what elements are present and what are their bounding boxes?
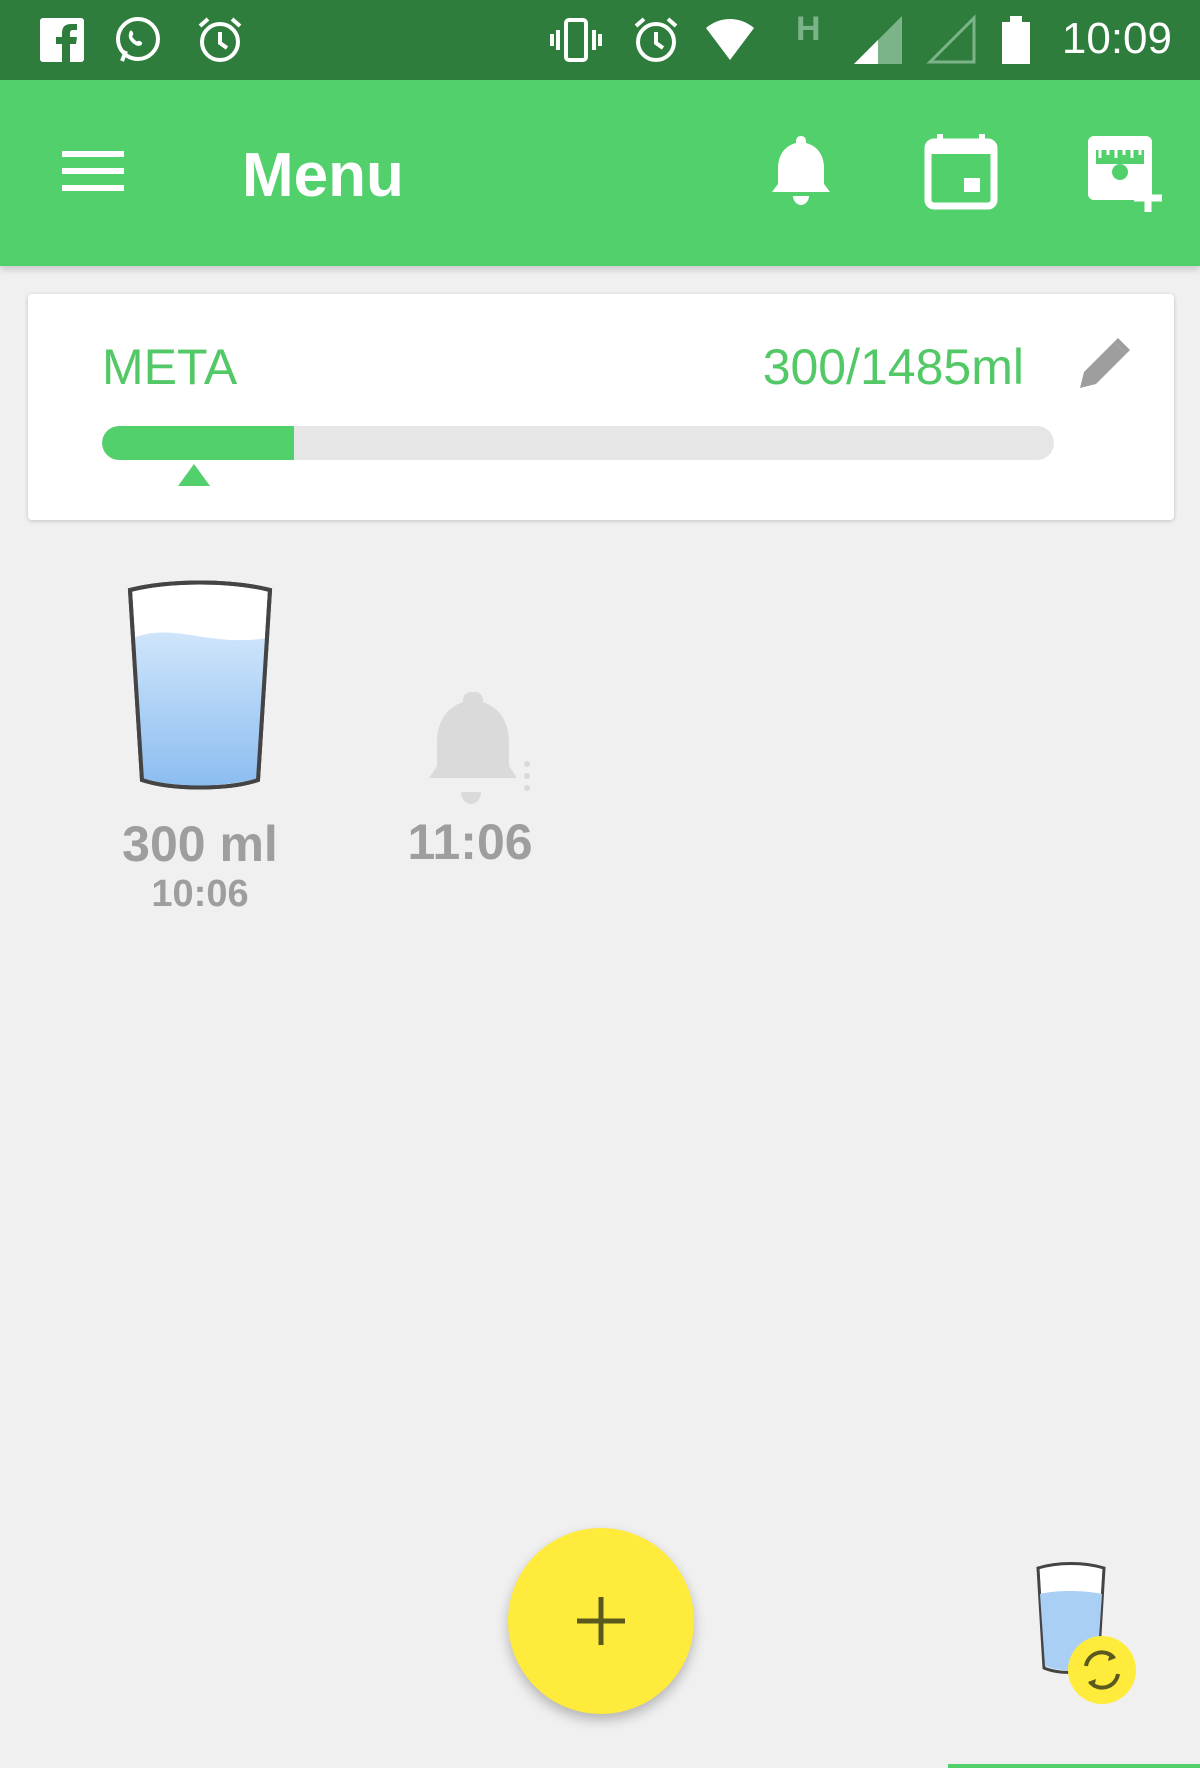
reminder-bell-icon <box>429 692 530 804</box>
alarm-icon <box>634 17 678 62</box>
drink-log-entry[interactable]: 300 ml 10:06 <box>100 580 300 916</box>
pencil-icon <box>1080 338 1130 388</box>
network-type-label: H <box>796 10 821 48</box>
goal-card: META 300/1485ml <box>28 294 1174 520</box>
switch-cup-button[interactable] <box>1030 1560 1150 1710</box>
progress-marker-icon <box>178 464 210 486</box>
goal-progress-fill <box>102 426 295 460</box>
menu-button[interactable] <box>48 126 138 216</box>
bell-icon <box>772 136 830 205</box>
plus-icon <box>577 1597 625 1645</box>
signal-icon <box>854 16 902 64</box>
signal-empty-icon <box>926 14 976 64</box>
entry-time: 10:06 <box>151 873 249 915</box>
whatsapp-icon <box>116 17 160 62</box>
wifi-icon <box>706 19 754 60</box>
entry-amount: 300 ml <box>122 816 278 872</box>
switch-cup-icon <box>1036 1562 1136 1704</box>
page-title: Menu <box>242 141 404 210</box>
goal-amount: 300/1485ml <box>762 339 1024 395</box>
battery-icon <box>1002 16 1030 64</box>
app-bar: Menu <box>0 80 1200 266</box>
alarm-icon <box>198 17 242 62</box>
history-calendar-button[interactable] <box>916 126 1006 216</box>
next-reminder-entry[interactable]: 11:06 <box>380 684 560 871</box>
hamburger-icon <box>62 151 124 191</box>
status-time: 10:09 <box>1061 14 1172 63</box>
calendar-icon <box>924 134 998 210</box>
reminder-button[interactable] <box>756 126 846 216</box>
reminder-time: 11:06 <box>407 814 533 870</box>
vibrate-icon <box>550 18 602 62</box>
facebook-icon <box>40 18 84 62</box>
cup-size-button[interactable] <box>1078 126 1168 216</box>
water-glass-icon <box>127 580 273 790</box>
cup-size-add-icon <box>1088 136 1162 212</box>
goal-label: META <box>102 339 238 395</box>
edit-goal-button[interactable] <box>1074 334 1134 394</box>
bottom-tab-indicator <box>948 1764 1200 1768</box>
add-drink-button[interactable] <box>508 1528 694 1714</box>
status-bar: H 10:09 <box>0 0 1200 80</box>
goal-progress-bar <box>102 426 1054 460</box>
